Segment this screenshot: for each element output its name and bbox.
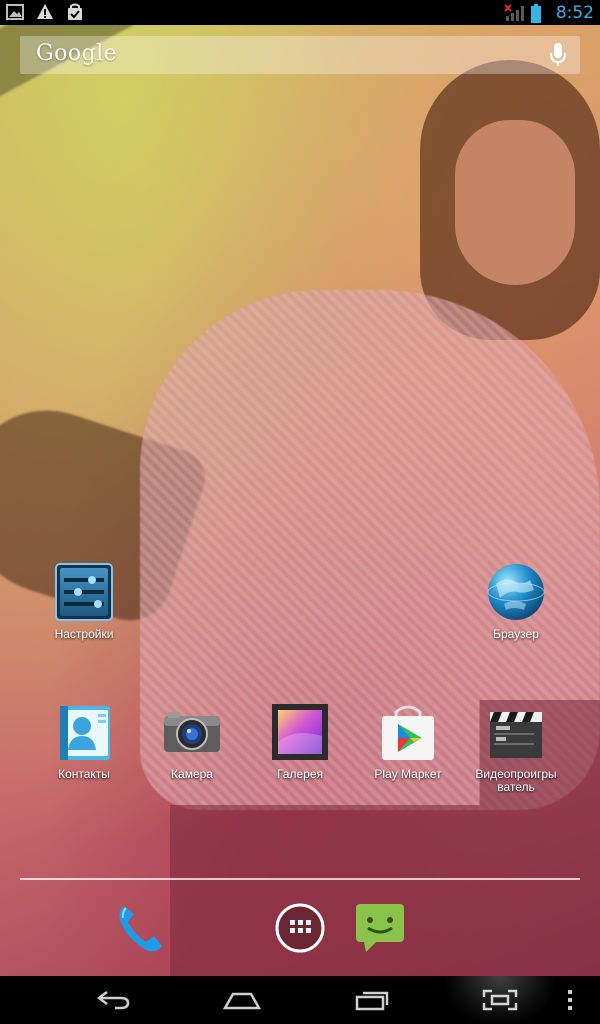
app-camera[interactable]: Камера — [137, 702, 247, 781]
play-store-icon — [378, 702, 438, 762]
app-contacts[interactable]: Контакты — [29, 702, 139, 781]
status-bar[interactable]: 8:52 — [0, 0, 600, 25]
notification-icons — [6, 3, 84, 21]
google-search-bar[interactable]: Google — [20, 36, 580, 74]
camera-icon — [162, 702, 222, 762]
home-icon[interactable] — [197, 976, 287, 1024]
app-browser[interactable]: Браузер — [461, 562, 571, 641]
app-label: Браузер — [493, 627, 539, 641]
app-label: Видеопроигры ватель — [475, 767, 557, 794]
app-label: Камера — [171, 767, 213, 781]
contacts-icon — [54, 702, 114, 762]
app-label: Play Маркет — [374, 767, 442, 781]
battery-icon — [530, 3, 548, 23]
image-icon — [6, 3, 24, 21]
messaging-icon[interactable] — [350, 898, 410, 958]
app-settings[interactable]: Настройки — [29, 562, 139, 641]
recent-apps-icon[interactable] — [326, 976, 416, 1024]
phone-icon[interactable] — [110, 898, 170, 958]
home-screen: 8:52 Google Настройки Браузер Контакты К… — [0, 0, 600, 1024]
app-video-player[interactable]: Видеопроигры ватель — [461, 702, 571, 794]
warning-icon — [36, 3, 54, 21]
app-label: Галерея — [276, 767, 324, 781]
hotseat-divider — [20, 878, 580, 880]
app-label: Контакты — [58, 767, 110, 781]
clapperboard-icon — [486, 702, 546, 762]
nav-button-highlight — [445, 976, 555, 1024]
microphone-icon[interactable] — [550, 43, 566, 67]
signal-icon — [504, 3, 524, 22]
back-icon[interactable] — [68, 976, 158, 1024]
system-icons: 8:52 — [504, 0, 594, 25]
globe-icon — [486, 562, 546, 622]
clock: 8:52 — [555, 2, 594, 23]
settings-icon — [54, 562, 114, 622]
app-label: Настройки — [54, 627, 114, 641]
shopping-bag-icon — [66, 3, 84, 21]
app-gallery[interactable]: Галерея — [245, 702, 355, 781]
gallery-icon — [270, 702, 330, 762]
app-drawer-icon[interactable] — [270, 898, 330, 958]
google-logo[interactable]: Google — [36, 41, 117, 66]
app-play-market[interactable]: Play Маркет — [353, 702, 463, 781]
wallpaper — [0, 0, 600, 1000]
wallpaper-face — [455, 120, 575, 285]
